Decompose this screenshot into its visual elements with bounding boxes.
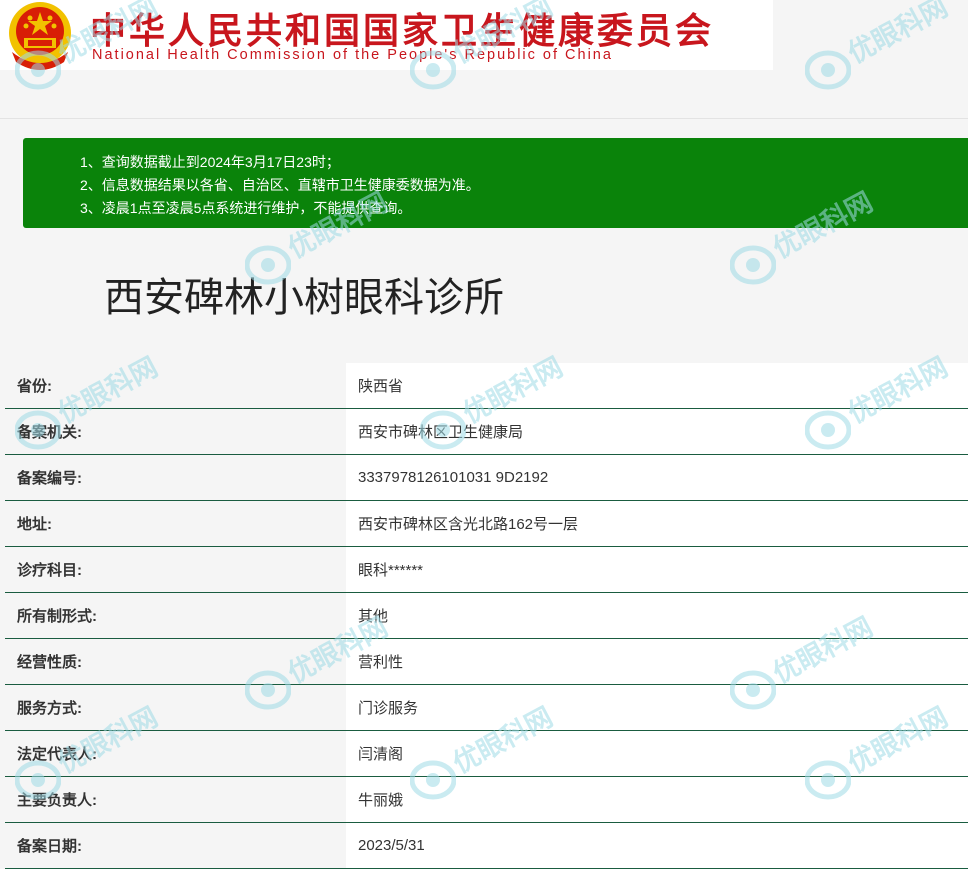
table-row: 经营性质: 营利性	[5, 638, 968, 685]
field-value: 其他	[346, 592, 968, 639]
field-value: 陕西省	[346, 363, 968, 409]
field-label: 主要负责人:	[5, 776, 346, 823]
table-row: 法定代表人: 闫清阁	[5, 730, 968, 777]
field-label: 备案机关:	[5, 408, 346, 455]
clinic-name-heading: 西安碑林小树眼科诊所	[0, 270, 968, 326]
field-label: 诊疗科目:	[5, 546, 346, 593]
record-table: 省份: 陕西省 备案机关: 西安市碑林区卫生健康局 备案编号: 33379781261…	[5, 363, 968, 869]
site-header: 中华人民共和国国家卫生健康委员会 National Health Commiss…	[0, 0, 773, 70]
national-emblem-icon	[9, 2, 71, 70]
field-label: 备案日期:	[5, 822, 346, 869]
table-row: 备案机关: 西安市碑林区卫生健康局	[5, 408, 968, 455]
field-value: 西安市碑林区卫生健康局	[346, 408, 968, 455]
field-value: 门诊服务	[346, 684, 968, 731]
site-title-en: National Health Commission of the People…	[92, 47, 613, 63]
field-value: 西安市碑林区含光北路162号一层	[346, 500, 968, 547]
field-label: 地址:	[5, 500, 346, 547]
table-row: 服务方式: 门诊服务	[5, 684, 968, 731]
table-row: 备案编号: 3337978126101031 9D2192	[5, 454, 968, 501]
field-value: 闫清阁	[346, 730, 968, 777]
table-row: 主要负责人: 牛丽娥	[5, 776, 968, 823]
field-label: 省份:	[5, 363, 346, 409]
notice-line: 2、信息数据结果以各省、自治区、直辖市卫生健康委数据为准。	[80, 177, 480, 193]
table-row: 备案日期: 2023/5/31	[5, 822, 968, 869]
table-row: 所有制形式: 其他	[5, 592, 968, 639]
table-row: 省份: 陕西省	[5, 363, 968, 409]
field-value: 营利性	[346, 638, 968, 685]
notice-line: 1、查询数据截止到2024年3月17日23时；	[80, 154, 340, 170]
watermark-logo-icon: 优眼科网	[805, 0, 955, 90]
notice-box: 1、查询数据截止到2024年3月17日23时； 2、信息数据结果以各省、自治区、…	[23, 138, 968, 228]
field-value: 3337978126101031 9D2192	[346, 454, 968, 501]
header-divider	[0, 118, 968, 119]
table-row: 地址: 西安市碑林区含光北路162号一层	[5, 500, 968, 547]
notice-line: 3、凌晨1点至凌晨5点系统进行维护，不能提供查询。	[80, 200, 412, 216]
clinic-name: 西安碑林小树眼科诊所	[104, 276, 504, 320]
field-label: 法定代表人:	[5, 730, 346, 777]
field-value: 2023/5/31	[346, 822, 968, 869]
field-value: 眼科******	[346, 546, 968, 593]
table-row: 诊疗科目: 眼科******	[5, 546, 968, 593]
field-label: 服务方式:	[5, 684, 346, 731]
field-value: 牛丽娥	[346, 776, 968, 823]
field-label: 经营性质:	[5, 638, 346, 685]
field-label: 备案编号:	[5, 454, 346, 501]
field-label: 所有制形式:	[5, 592, 346, 639]
